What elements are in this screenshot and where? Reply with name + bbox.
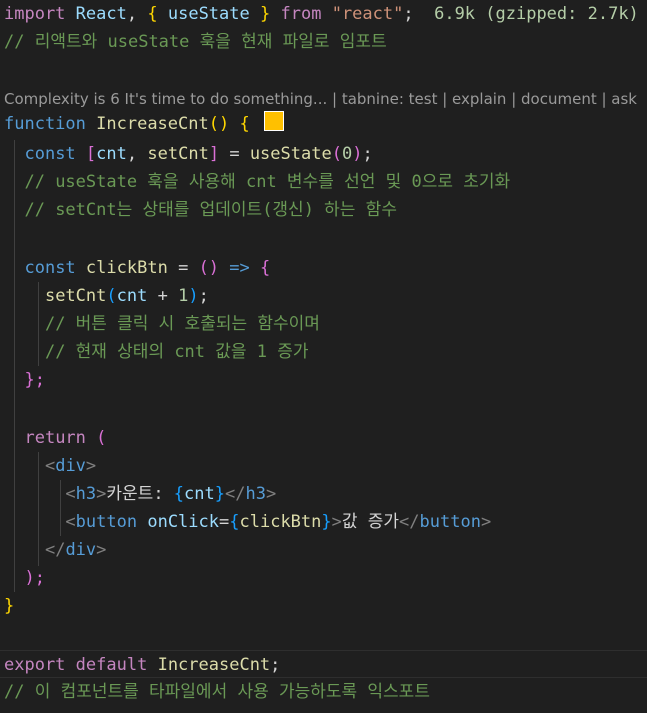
- comment-export[interactable]: // 이 컴포넌트를 타파일에서 사용 가능하도록 익스포트: [4, 678, 430, 706]
- identifier-usestate: useState: [167, 4, 250, 24]
- call-setcnt: setCnt: [44, 286, 107, 306]
- code-line-return-close[interactable]: );: [4, 564, 44, 592]
- jsx-button[interactable]: <button onClick={clickBtn}>값 증가</button>: [4, 508, 491, 536]
- keyword-function: function: [4, 114, 86, 134]
- code-line-import[interactable]: import React, { useState } from "react";…: [4, 0, 639, 28]
- tag-button: button: [75, 512, 138, 532]
- identifier-setcnt: setCnt: [147, 144, 209, 164]
- code-line-setcnt-call[interactable]: setCnt(cnt + 1);: [4, 282, 209, 310]
- comment-usestate[interactable]: // useState 훅을 사용해 cnt 변수를 선언 및 0으로 초기화: [4, 168, 510, 196]
- comment-setcnt[interactable]: // setCnt는 상태를 업데이트(갱신) 하는 함수: [4, 196, 396, 224]
- jsx-div-open[interactable]: <div>: [4, 452, 96, 480]
- codelens-bar[interactable]: Complexity is 6 It's time to do somethin…: [4, 86, 637, 112]
- comment-import[interactable]: // 리액트와 useState 훅을 현재 파일로 임포트: [4, 28, 387, 56]
- button-text: 값 증가: [341, 512, 400, 532]
- code-line-export[interactable]: export default IncreaseCnt;: [0, 650, 647, 678]
- code-editor[interactable]: import React, { useState } from "react";…: [0, 0, 647, 713]
- keyword-const: const: [24, 258, 76, 278]
- keyword-default: default: [75, 655, 148, 675]
- code-line-function-decl[interactable]: function IncreaseCnt() {: [4, 110, 284, 138]
- code-line-clickbtn-decl[interactable]: const clickBtn = () => {: [4, 254, 270, 282]
- module-string: "react": [331, 4, 404, 24]
- call-usestate: useState: [249, 144, 332, 164]
- keyword-const: const: [24, 144, 76, 164]
- export-name: IncreaseCnt: [157, 655, 271, 675]
- color-swatch-icon[interactable]: [263, 111, 284, 131]
- identifier-react: React: [75, 4, 127, 24]
- comment-button-click[interactable]: // 버튼 클릭 시 호출되는 함수이며: [4, 310, 320, 338]
- keyword-from: from: [280, 4, 322, 24]
- jsx-div-close[interactable]: </div>: [4, 536, 106, 564]
- identifier-clickbtn: clickBtn: [85, 258, 168, 278]
- tag-h3: h3: [75, 484, 97, 504]
- identifier-cnt: cnt: [96, 144, 127, 164]
- attr-onclick: onClick: [147, 512, 219, 532]
- keyword-export: export: [4, 655, 66, 675]
- jsx-h3[interactable]: <h3>카운트: {cnt}</h3>: [4, 480, 276, 508]
- code-line-clickbtn-close[interactable]: };: [4, 366, 44, 394]
- comment-increment[interactable]: // 현재 상태의 cnt 값을 1 증가: [4, 338, 309, 366]
- tag-div: div: [55, 456, 86, 476]
- code-line-function-close[interactable]: }: [4, 592, 14, 620]
- import-cost-hint: 6.9k (gzipped: 2.7k): [434, 4, 639, 24]
- keyword-return: return: [24, 428, 86, 448]
- function-name: IncreaseCnt: [96, 114, 209, 134]
- h3-text: 카운트:: [106, 484, 174, 504]
- code-line-return[interactable]: return (: [4, 424, 106, 452]
- keyword-import: import: [4, 4, 66, 24]
- code-line-usestate[interactable]: const [cnt, setCnt] = useState(0);: [4, 140, 372, 168]
